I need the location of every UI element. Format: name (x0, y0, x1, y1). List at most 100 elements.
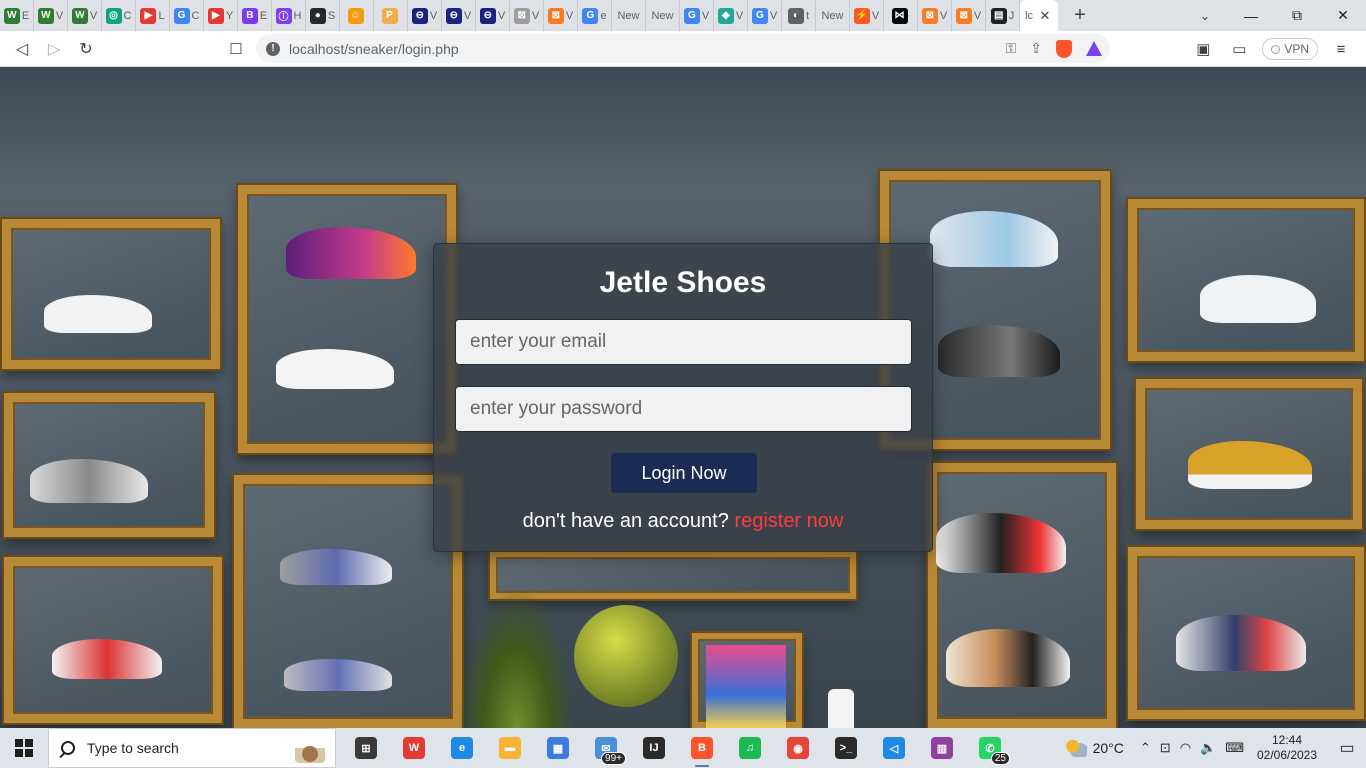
bottle-image (828, 689, 854, 728)
taskbar-app[interactable]: ▥ (918, 728, 966, 768)
taskbar-app[interactable]: B (678, 728, 726, 768)
taskbar-search[interactable]: Type to search (48, 728, 336, 768)
browser-tab[interactable]: ⚡ V (850, 0, 884, 31)
browser-tab[interactable]: New (612, 0, 646, 31)
vscode-icon: ◁ (883, 737, 905, 759)
minimize-icon[interactable]: — (1228, 0, 1274, 31)
login-form: Jetle Shoes Login Now don't have an acco… (433, 243, 933, 552)
browser-tab[interactable]: GC (170, 0, 204, 31)
browser-tab[interactable]: WV (68, 0, 102, 31)
browser-tab[interactable]: ⊖ V (408, 0, 442, 31)
edge-icon: ◈ (717, 7, 734, 24)
browser-tab[interactable]: ◐ t (782, 0, 816, 31)
browser-tab[interactable]: ⊠ V (952, 0, 986, 31)
browser-tab[interactable]: ◈ V (714, 0, 748, 31)
browser-tab[interactable]: GV (748, 0, 782, 31)
taskbar-app[interactable]: ✉ 99+ (582, 728, 630, 768)
taskbar-app[interactable]: >_ (822, 728, 870, 768)
password-field[interactable] (455, 386, 912, 432)
register-prompt-text: don't have an account? (522, 510, 729, 532)
windows-taskbar: Type to search ⊞ We ▬ ▦ ✉ 99+ IJ B ♫ ◉ >_ ◁ ▥ ✆ 25 20°… (0, 728, 1366, 768)
taskbar-app[interactable]: W (390, 728, 438, 768)
browser-tab[interactable]: ⊠ V (544, 0, 578, 31)
tab-title: New (651, 9, 674, 22)
browser-tab[interactable]: ⊖ V (442, 0, 476, 31)
taskbar-app[interactable]: e (438, 728, 486, 768)
canva-icon: ⊖ (445, 7, 462, 24)
vpn-button[interactable]: VPN (1262, 38, 1318, 60)
browser-tab[interactable]: ▤ J (986, 0, 1020, 31)
brave-shields-icon[interactable] (1056, 39, 1072, 58)
browser-tab[interactable]: ▶ L (136, 0, 170, 31)
tab-title: V (429, 9, 438, 22)
start-button[interactable] (0, 728, 48, 768)
taskbar-app[interactable]: ◉ (774, 728, 822, 768)
browser-tab[interactable]: P (374, 0, 408, 31)
sidebar-icon[interactable]: ▣ (1190, 36, 1216, 62)
taskbar-app[interactable]: ✆ 25 (966, 728, 1014, 768)
store-icon: ▦ (547, 737, 569, 759)
brave-rewards-icon[interactable] (1086, 41, 1102, 56)
close-window-icon[interactable]: ✕ (1320, 0, 1366, 31)
active-tab[interactable]: lc ✕ (1020, 0, 1058, 31)
chevron-up-icon[interactable]: ⌃ (1140, 740, 1151, 756)
bookmark-icon[interactable]: ☐ (220, 33, 252, 65)
browser-tab[interactable]: ⊠ V (510, 0, 544, 31)
browser-tab[interactable]: New (816, 0, 850, 31)
taskbar-app[interactable]: ⊞ (342, 728, 390, 768)
tab-title: Y (225, 9, 234, 22)
browser-tab[interactable]: ◎ C (102, 0, 136, 31)
site-info-icon[interactable]: ! (266, 41, 280, 56)
close-tab-icon[interactable]: ✕ (1037, 8, 1053, 24)
taskbar-app[interactable]: ♫ (726, 728, 774, 768)
taskbar-app[interactable]: ◁ (870, 728, 918, 768)
address-bar[interactable]: ! localhost/sneaker/login.php ⚿ ⇪ (256, 34, 1110, 63)
browser-tab[interactable]: WV (34, 0, 68, 31)
back-icon[interactable]: ◁ (6, 33, 38, 65)
taskbar-clock[interactable]: 12:44 02/06/2023 (1252, 733, 1322, 763)
share-icon[interactable]: ⇪ (1030, 40, 1042, 57)
reload-icon[interactable]: ↻ (70, 33, 102, 65)
browser-tab[interactable]: ⋈ (884, 0, 918, 31)
taskbar-app[interactable]: ▦ (534, 728, 582, 768)
weather-widget[interactable]: 20°C (1064, 739, 1124, 757)
tab-title: H (293, 9, 302, 22)
login-button[interactable]: Login Now (611, 453, 757, 493)
browser-tab[interactable]: ▶ Y (204, 0, 238, 31)
browser-tab[interactable]: BE (238, 0, 272, 31)
browser-tab[interactable]: GV (680, 0, 714, 31)
tab-title: V (463, 9, 472, 22)
volume-icon[interactable]: 🔈 (1200, 740, 1216, 756)
clock-time: 12:44 (1271, 733, 1303, 747)
browser-tab[interactable]: ☺ (340, 0, 374, 31)
browser-tab[interactable]: WE (0, 0, 34, 31)
taskbar-app[interactable]: ▬ (486, 728, 534, 768)
page-title: Jetle Shoes (599, 266, 767, 299)
taskbar-app[interactable]: IJ (630, 728, 678, 768)
email-field[interactable] (455, 319, 912, 365)
tab-search-icon[interactable]: ⌄ (1190, 0, 1220, 31)
tab-title: V (497, 9, 506, 22)
notification-icon[interactable]: ▭ (1328, 728, 1366, 768)
browser-tab[interactable]: Ge (578, 0, 612, 31)
browser-tab[interactable]: New (646, 0, 680, 31)
forward-icon[interactable]: ▷ (38, 33, 70, 65)
restore-icon[interactable]: ⧉ (1274, 0, 1320, 31)
tab-title: J (1008, 9, 1015, 22)
wifi-icon[interactable]: ◠ (1180, 740, 1191, 756)
password-key-icon[interactable]: ⚿ (1006, 40, 1017, 57)
address-url[interactable]: localhost/sneaker/login.php (289, 41, 459, 57)
browser-tab[interactable]: ⊠ V (918, 0, 952, 31)
new-tab-icon[interactable]: + (1066, 2, 1094, 30)
register-link[interactable]: register now (734, 510, 843, 532)
taskbar-apps: ⊞ We ▬ ▦ ✉ 99+ IJ B ♫ ◉ >_ ◁ ▥ ✆ 25 (342, 728, 1014, 768)
menu-icon[interactable]: ≡ (1328, 36, 1354, 62)
weather-icon (1064, 739, 1087, 757)
keyboard-icon[interactable]: ⌨ (1225, 740, 1244, 756)
poster-image (706, 645, 786, 728)
wallet-icon[interactable]: ▭ (1226, 36, 1252, 62)
browser-tab[interactable]: ⓘ H (272, 0, 306, 31)
browser-tab[interactable]: ⊖ V (476, 0, 510, 31)
browser-tab[interactable]: ● S (306, 0, 340, 31)
battery-icon[interactable]: ⊡ (1160, 740, 1171, 756)
